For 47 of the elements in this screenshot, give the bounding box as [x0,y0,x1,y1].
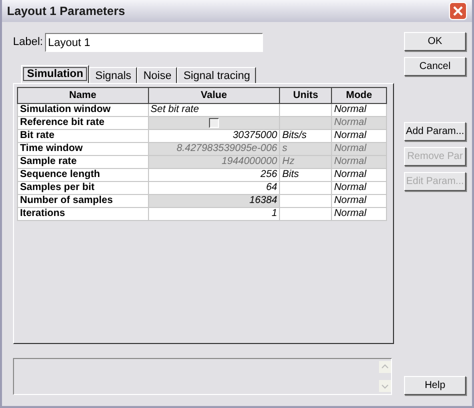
dialog-button[interactable]: Help [404,376,466,395]
scroll-up-icon[interactable] [379,361,391,373]
dialog-button[interactable]: Cancel [404,57,466,76]
table-cell: Number of samples [18,194,148,208]
scroll-down-icon[interactable] [379,380,391,392]
table-cell: Normal [332,182,386,194]
table-cell[interactable]: Set bit rate [148,104,280,116]
table-cell[interactable]: 16384 [148,194,280,208]
table-cell: Normal [332,168,386,182]
column-header[interactable]: Name [18,88,148,104]
table-cell: Normal [332,130,386,142]
table-cell: Bits [280,168,332,182]
table-cell[interactable]: 256 [148,168,280,182]
label-text: Label: [13,35,43,50]
table-cell: Sequence length [18,168,148,182]
close-icon[interactable] [449,2,467,20]
dialog-button[interactable]: Add Param... [404,122,466,141]
table-cell[interactable]: 64 [148,182,280,194]
column-header[interactable]: Units [280,88,332,104]
table-cell: Iterations [18,208,148,220]
table-cell: Normal [332,208,386,220]
tab[interactable]: Signals [89,67,138,83]
table-cell: s [280,142,332,156]
table-cell: Hz [280,156,332,168]
table-cell: Bit rate [18,130,148,142]
dialog-button[interactable]: OK [404,32,466,51]
table-cell: Bits/s [280,130,332,142]
table-cell: Normal [332,104,386,116]
label-field[interactable]: Layout 1 [44,33,263,52]
column-header[interactable]: Mode [332,88,386,104]
table-cell: Simulation window [18,104,148,116]
scrollbar[interactable] [379,359,391,394]
tab[interactable]: Simulation [21,65,90,83]
column-header[interactable]: Value [148,88,280,104]
table-cell[interactable]: 30375000 [148,130,280,142]
table-cell: Sample rate [18,156,148,168]
table-cell: Samples per bit [18,182,148,194]
tab[interactable]: Noise [137,67,178,83]
table-cell[interactable]: 1 [148,208,280,220]
table-cell: Normal [332,156,386,168]
table-cell: Normal [332,142,386,156]
table-cell: Reference bit rate [18,116,148,130]
tab[interactable]: Signal tracing [177,67,256,83]
table-cell: Normal [332,194,386,208]
table-cell: Time window [18,142,148,156]
window-title: Layout 1 Parameters [7,3,126,20]
table-cell: Normal [332,116,386,130]
